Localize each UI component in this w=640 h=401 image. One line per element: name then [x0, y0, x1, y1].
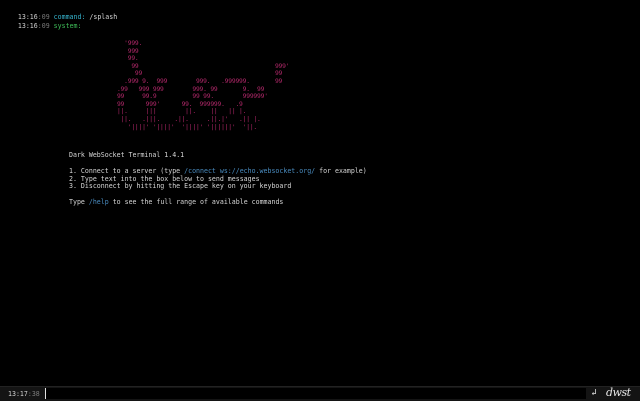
app-title: Dark WebSocket Terminal	[69, 151, 161, 159]
step-text: 3. Disconnect by hitting the Escape key …	[69, 182, 292, 191]
connect-command-link[interactable]: /connect ws://echo.websocket.org/	[184, 167, 315, 175]
timestamp-seconds: :38	[27, 390, 40, 398]
help-text: Type	[69, 198, 89, 207]
timestamp: 13:16	[17, 22, 38, 30]
step-text: 1. Connect to a server (type	[69, 166, 185, 175]
prompt-timestamp: 13:17:38	[8, 390, 40, 398]
instruction-step: 3. Disconnect by hitting the Escape key …	[69, 182, 367, 191]
splash-logo-art: '999. 999 99. 99 999' 99 99 .999 9. 999 …	[116, 40, 290, 131]
step-text: 2. Type text into the box below to send …	[69, 174, 260, 183]
dwst-logo: dwst	[606, 386, 631, 399]
help-command-link[interactable]: /help	[89, 198, 109, 206]
splash-info: Dark WebSocket Terminal 1.4.1 1. Connect…	[69, 151, 367, 207]
command-text: /splash	[85, 13, 118, 21]
enter-return-icon[interactable]: ↲	[589, 387, 599, 400]
help-hint: Type /help to see the full range of avai…	[69, 198, 367, 207]
timestamp-seconds: :09	[37, 22, 50, 30]
terminal-output: 13:16:09 command: /splash 13:16:09 syste…	[0, 0, 640, 386]
message-input-box[interactable]	[45, 388, 586, 399]
help-text: to see the full range of available comma…	[108, 198, 284, 207]
step-text: for example)	[315, 166, 367, 175]
system-label: system:	[53, 22, 82, 30]
timestamp: 13:17	[8, 390, 28, 398]
log-entry-system: 13:16:09 system:	[2, 10, 82, 30]
app-title-line: Dark WebSocket Terminal 1.4.1	[69, 151, 367, 160]
message-input[interactable]	[49, 388, 579, 399]
input-bar: 13:17:38 ↲ dwst	[0, 386, 640, 401]
app-version: 1.4.1	[164, 151, 185, 159]
